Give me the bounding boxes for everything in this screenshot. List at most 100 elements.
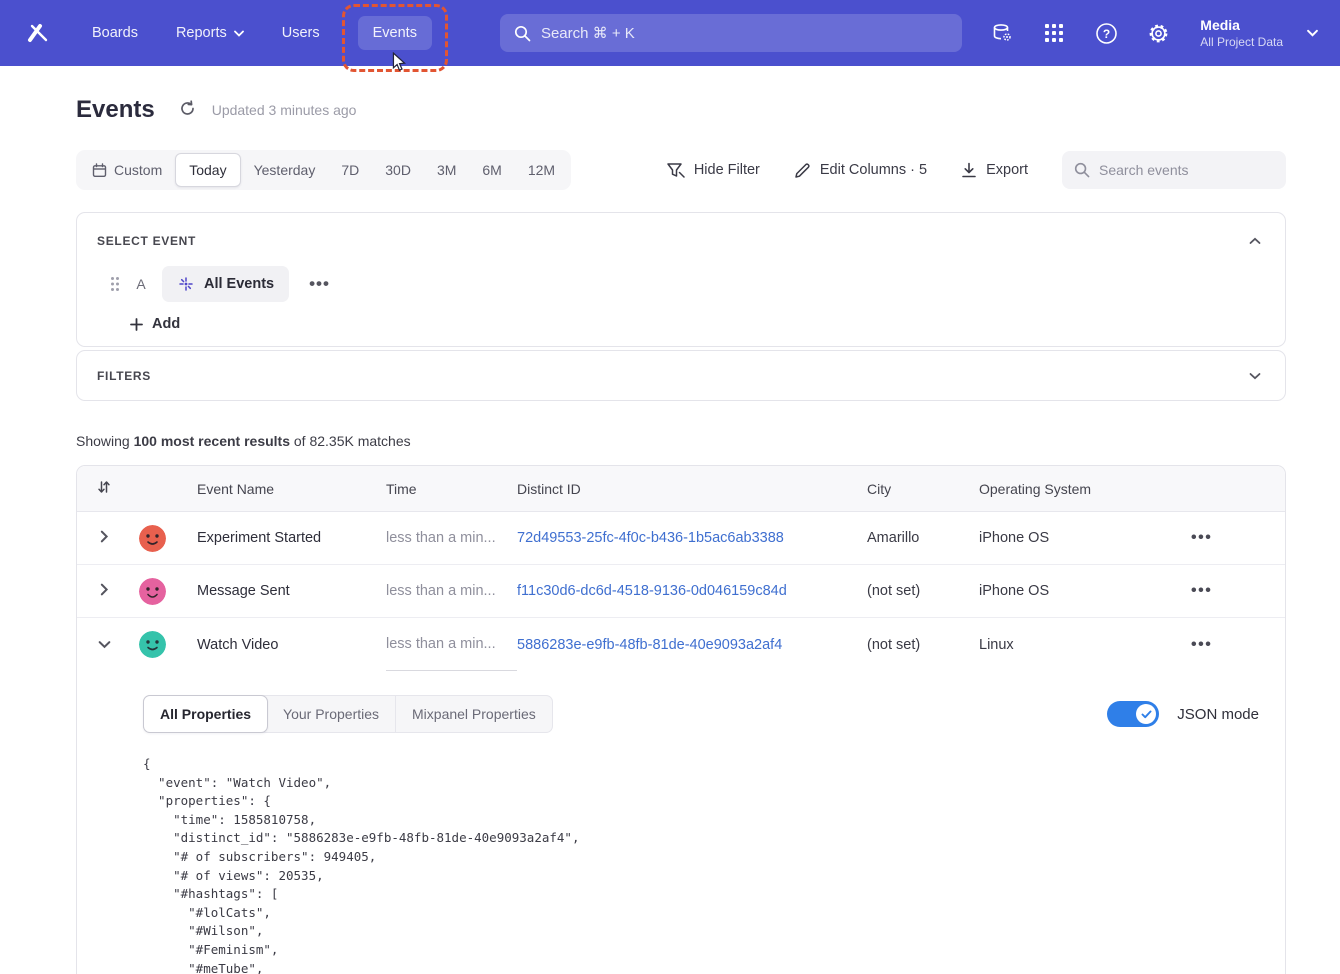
date-today-button[interactable]: Today [175, 153, 240, 187]
filters-panel: FILTERS [76, 350, 1286, 401]
table-row[interactable]: Message Sent less than a min... f11c30d6… [77, 565, 1285, 618]
hide-filter-button[interactable]: Hide Filter [666, 162, 760, 179]
date-custom-button[interactable]: Custom [79, 153, 175, 187]
tab-mixpanel-properties[interactable]: Mixpanel Properties [396, 696, 552, 732]
chevron-up-icon [1249, 237, 1261, 245]
top-navigation-bar: Boards Reports Users Events [0, 0, 1340, 66]
drag-handle[interactable] [97, 276, 120, 292]
avatar [139, 631, 166, 658]
refresh-icon[interactable] [175, 96, 200, 124]
header-distinct-id: Distinct ID [517, 481, 867, 497]
updated-timestamp: Updated 3 minutes ago [212, 102, 357, 118]
date-custom-label: Custom [114, 162, 162, 178]
mixpanel-logo[interactable] [24, 19, 52, 47]
event-name-cell: Experiment Started [197, 530, 386, 546]
global-search-input[interactable] [541, 25, 948, 42]
hide-filter-label: Hide Filter [694, 162, 760, 178]
cursor-pointer-icon [392, 52, 406, 72]
distinct-id-link[interactable]: 72d49553-25fc-4f0c-b436-1b5ac6ab3388 [517, 530, 867, 546]
primary-nav: Boards Reports Users Events [92, 16, 432, 50]
results-suffix: of 82.35K matches [290, 433, 411, 449]
row-options-menu[interactable]: ••• [1183, 578, 1220, 604]
header-os: Operating System [979, 481, 1161, 497]
all-events-chip[interactable]: All Events [162, 266, 289, 302]
distinct-id-link[interactable]: f11c30d6-dc6d-4518-9136-0d046159c84d [517, 583, 867, 599]
filter-funnel-icon [666, 162, 685, 179]
row-options-menu[interactable]: ••• [1183, 525, 1220, 551]
add-event-button[interactable]: Add [130, 316, 180, 332]
nav-reports[interactable]: Reports [176, 25, 244, 41]
apps-grid-icon[interactable] [1040, 19, 1068, 47]
expand-filters-button[interactable] [1245, 364, 1265, 387]
project-name: Media [1200, 17, 1283, 33]
collapse-panel-button[interactable] [1245, 229, 1265, 252]
time-cell: less than a min... [386, 530, 517, 546]
table-row-expanded[interactable]: Watch Video less than a min... 5886283e-… [77, 618, 1285, 671]
time-cell: less than a min... [386, 583, 517, 599]
page-header: Events Updated 3 minutes ago [76, 96, 1286, 124]
global-search[interactable] [500, 14, 962, 52]
expand-row-icon[interactable] [96, 526, 113, 550]
project-switcher[interactable]: Media All Project Data [1200, 17, 1283, 49]
city-cell: Amarillo [867, 530, 979, 546]
date-30d-button[interactable]: 30D [372, 153, 424, 187]
date-7d-button[interactable]: 7D [328, 153, 372, 187]
chevron-down-icon [1307, 29, 1318, 37]
export-button[interactable]: Export [961, 162, 1028, 179]
sparkle-icon [177, 275, 195, 293]
time-cell: less than a min... [386, 618, 517, 671]
header-event-name: Event Name [197, 481, 386, 497]
row-options-menu[interactable]: ••• [1183, 632, 1220, 658]
tab-your-properties[interactable]: Your Properties [267, 696, 396, 732]
event-options-menu[interactable]: ••• [303, 270, 336, 298]
mixpanel-logo-glyph [26, 21, 50, 45]
tab-all-properties[interactable]: All Properties [143, 695, 268, 733]
calendar-icon [92, 163, 107, 178]
json-mode-toggle[interactable] [1107, 701, 1159, 727]
all-events-label: All Events [204, 276, 274, 292]
avatar [139, 525, 166, 552]
plus-icon [130, 318, 143, 331]
export-label: Export [986, 162, 1028, 178]
settings-gear-icon[interactable] [1144, 19, 1172, 47]
os-cell: iPhone OS [979, 583, 1161, 599]
results-summary: Showing 100 most recent results of 82.35… [76, 433, 1286, 449]
date-range-picker: Custom Today Yesterday 7D 30D 3M 6M 12M [76, 150, 571, 190]
date-yesterday-button[interactable]: Yesterday [241, 153, 329, 187]
toolbar: Custom Today Yesterday 7D 30D 3M 6M 12M … [76, 150, 1286, 190]
sort-icon[interactable] [93, 476, 115, 501]
chevron-down-icon [234, 30, 244, 37]
event-name-cell: Watch Video [197, 637, 386, 653]
edit-columns-button[interactable]: Edit Columns · 5 [794, 162, 927, 179]
city-cell: (not set) [867, 637, 979, 653]
date-6m-button[interactable]: 6M [469, 153, 514, 187]
collapse-row-icon[interactable] [94, 633, 115, 656]
help-icon[interactable]: ? [1092, 19, 1120, 47]
header-time: Time [386, 481, 517, 497]
json-properties-view: { "event": "Watch Video", "properties": … [143, 755, 1263, 974]
nav-events-slot: Events [358, 16, 432, 50]
data-connections-icon[interactable] [988, 19, 1016, 47]
expand-row-icon[interactable] [96, 579, 113, 603]
pencil-icon [794, 162, 811, 179]
row-detail-panel: All Properties Your Properties Mixpanel … [77, 671, 1285, 974]
search-events-field[interactable] [1062, 151, 1286, 189]
date-12m-button[interactable]: 12M [515, 153, 568, 187]
nav-users[interactable]: Users [282, 25, 320, 41]
check-icon [1141, 710, 1152, 719]
top-right-controls: ? Media All Project Data [988, 17, 1318, 49]
table-header-row: Event Name Time Distinct ID City Operati… [77, 466, 1285, 512]
results-prefix: Showing [76, 433, 134, 449]
filters-title: FILTERS [97, 369, 151, 383]
table-row[interactable]: Experiment Started less than a min... 72… [77, 512, 1285, 565]
search-icon [1074, 162, 1090, 178]
event-name-cell: Message Sent [197, 583, 386, 599]
search-events-input[interactable] [1099, 162, 1274, 178]
nav-boards[interactable]: Boards [92, 25, 138, 41]
distinct-id-link[interactable]: 5886283e-e9fb-48fb-81de-40e9093a2af4 [517, 637, 867, 653]
os-cell: Linux [979, 637, 1161, 653]
toggle-knob [1136, 704, 1156, 724]
date-3m-button[interactable]: 3M [424, 153, 469, 187]
header-city: City [867, 481, 979, 497]
nav-events[interactable]: Events [358, 16, 432, 50]
